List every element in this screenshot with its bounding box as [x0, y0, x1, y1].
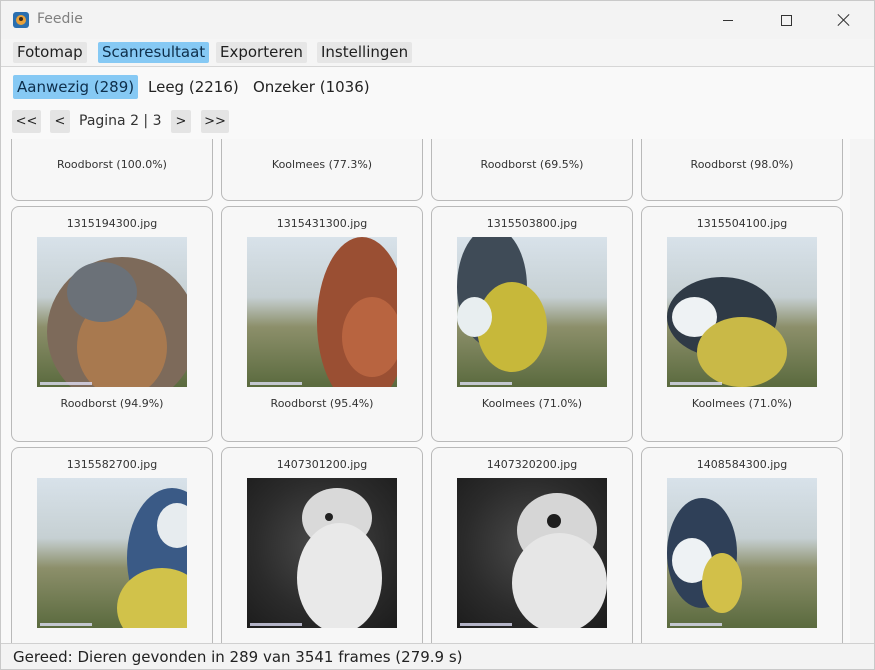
result-card[interactable]: 1315503800.jpg Koolmees (71.0%) — [431, 206, 633, 442]
result-card[interactable]: 1408584300.jpg — [641, 447, 843, 643]
result-card[interactable]: Roodborst (98.0%) — [641, 139, 843, 201]
result-card[interactable]: 1407301200.jpg — [221, 447, 423, 643]
species-label: Koolmees (71.0%) — [481, 397, 583, 410]
timestamp-overlay — [250, 382, 302, 385]
timestamp-overlay — [670, 623, 722, 626]
species-label: Roodborst (95.4%) — [270, 397, 374, 410]
file-name: 1315431300.jpg — [276, 217, 368, 230]
last-page-button[interactable]: >> — [201, 110, 229, 133]
maximize-button[interactable] — [757, 1, 815, 39]
timestamp-overlay — [460, 382, 512, 385]
close-button[interactable] — [815, 1, 873, 39]
file-name: 1315504100.jpg — [696, 217, 788, 230]
thumbnail-image — [457, 478, 607, 628]
file-name: 1315194300.jpg — [66, 217, 158, 230]
subtab-aanwezig[interactable]: Aanwezig (289) — [13, 75, 139, 99]
main-tab-bar: Fotomap Scanresultaat Exporteren Instell… — [1, 39, 874, 67]
minimize-icon — [723, 19, 733, 21]
title-bar: Feedie — [1, 1, 874, 39]
prev-page-button[interactable]: < — [50, 110, 70, 133]
close-icon — [837, 13, 851, 27]
first-page-button[interactable]: << — [12, 110, 41, 133]
thumbnail-image — [667, 237, 817, 387]
file-name: 1315582700.jpg — [66, 458, 158, 471]
status-text: Gereed: Dieren gevonden in 289 van 3541 … — [13, 648, 463, 666]
species-label: Roodborst (98.0%) — [690, 158, 794, 171]
thumbnail-image — [667, 478, 817, 628]
tab-exporteren[interactable]: Exporteren — [216, 42, 307, 63]
species-label: Roodborst (69.5%) — [480, 158, 584, 171]
results-grid[interactable]: Roodborst (100.0%) Koolmees (77.3%) Rood… — [1, 139, 850, 643]
result-card[interactable]: 1407320200.jpg — [431, 447, 633, 643]
timestamp-overlay — [250, 623, 302, 626]
vertical-scrollbar[interactable] — [850, 139, 874, 643]
tab-fotomap[interactable]: Fotomap — [13, 42, 87, 63]
page-indicator: Pagina 2 | 3 — [79, 113, 162, 129]
tab-instellingen[interactable]: Instellingen — [317, 42, 413, 63]
species-label: Koolmees (71.0%) — [691, 397, 793, 410]
file-name: 1407301200.jpg — [276, 458, 368, 471]
file-name: 1408584300.jpg — [696, 458, 788, 471]
result-card[interactable]: 1315431300.jpg Roodborst (95.4%) — [221, 206, 423, 442]
maximize-icon — [780, 14, 792, 26]
result-card[interactable]: 1315194300.jpg Roodborst (94.9%) — [11, 206, 213, 442]
timestamp-overlay — [40, 623, 92, 626]
result-card[interactable]: Roodborst (69.5%) — [431, 139, 633, 201]
result-card[interactable]: 1315504100.jpg Koolmees (71.0%) — [641, 206, 843, 442]
next-page-button[interactable]: > — [171, 110, 191, 133]
result-card[interactable]: Koolmees (77.3%) — [221, 139, 423, 201]
tab-scanresultaat[interactable]: Scanresultaat — [98, 42, 210, 63]
thumbnail-image — [457, 237, 607, 387]
species-label: Roodborst (100.0%) — [57, 158, 167, 171]
bird-app-icon — [13, 12, 29, 28]
species-label: Roodborst (94.9%) — [60, 397, 164, 410]
subtab-leeg[interactable]: Leeg (2216) — [144, 75, 243, 99]
subtab-onzeker[interactable]: Onzeker (1036) — [249, 75, 374, 99]
thumbnail-image — [37, 237, 187, 387]
thumbnail-image — [37, 478, 187, 628]
timestamp-overlay — [670, 382, 722, 385]
species-label: Koolmees (77.3%) — [271, 158, 373, 171]
status-bar: Gereed: Dieren gevonden in 289 van 3541 … — [1, 643, 874, 669]
result-card[interactable]: Roodborst (100.0%) — [11, 139, 213, 201]
timestamp-overlay — [460, 623, 512, 626]
file-name: 1315503800.jpg — [486, 217, 578, 230]
minimize-button[interactable] — [699, 1, 757, 39]
result-card[interactable]: 1315582700.jpg — [11, 447, 213, 643]
timestamp-overlay — [40, 382, 92, 385]
app-window: Feedie Fotomap Scanresultaat Exporteren … — [0, 0, 875, 670]
thumbnail-image — [247, 478, 397, 628]
window-title: Feedie — [37, 11, 83, 27]
file-name: 1407320200.jpg — [486, 458, 578, 471]
thumbnail-image — [247, 237, 397, 387]
